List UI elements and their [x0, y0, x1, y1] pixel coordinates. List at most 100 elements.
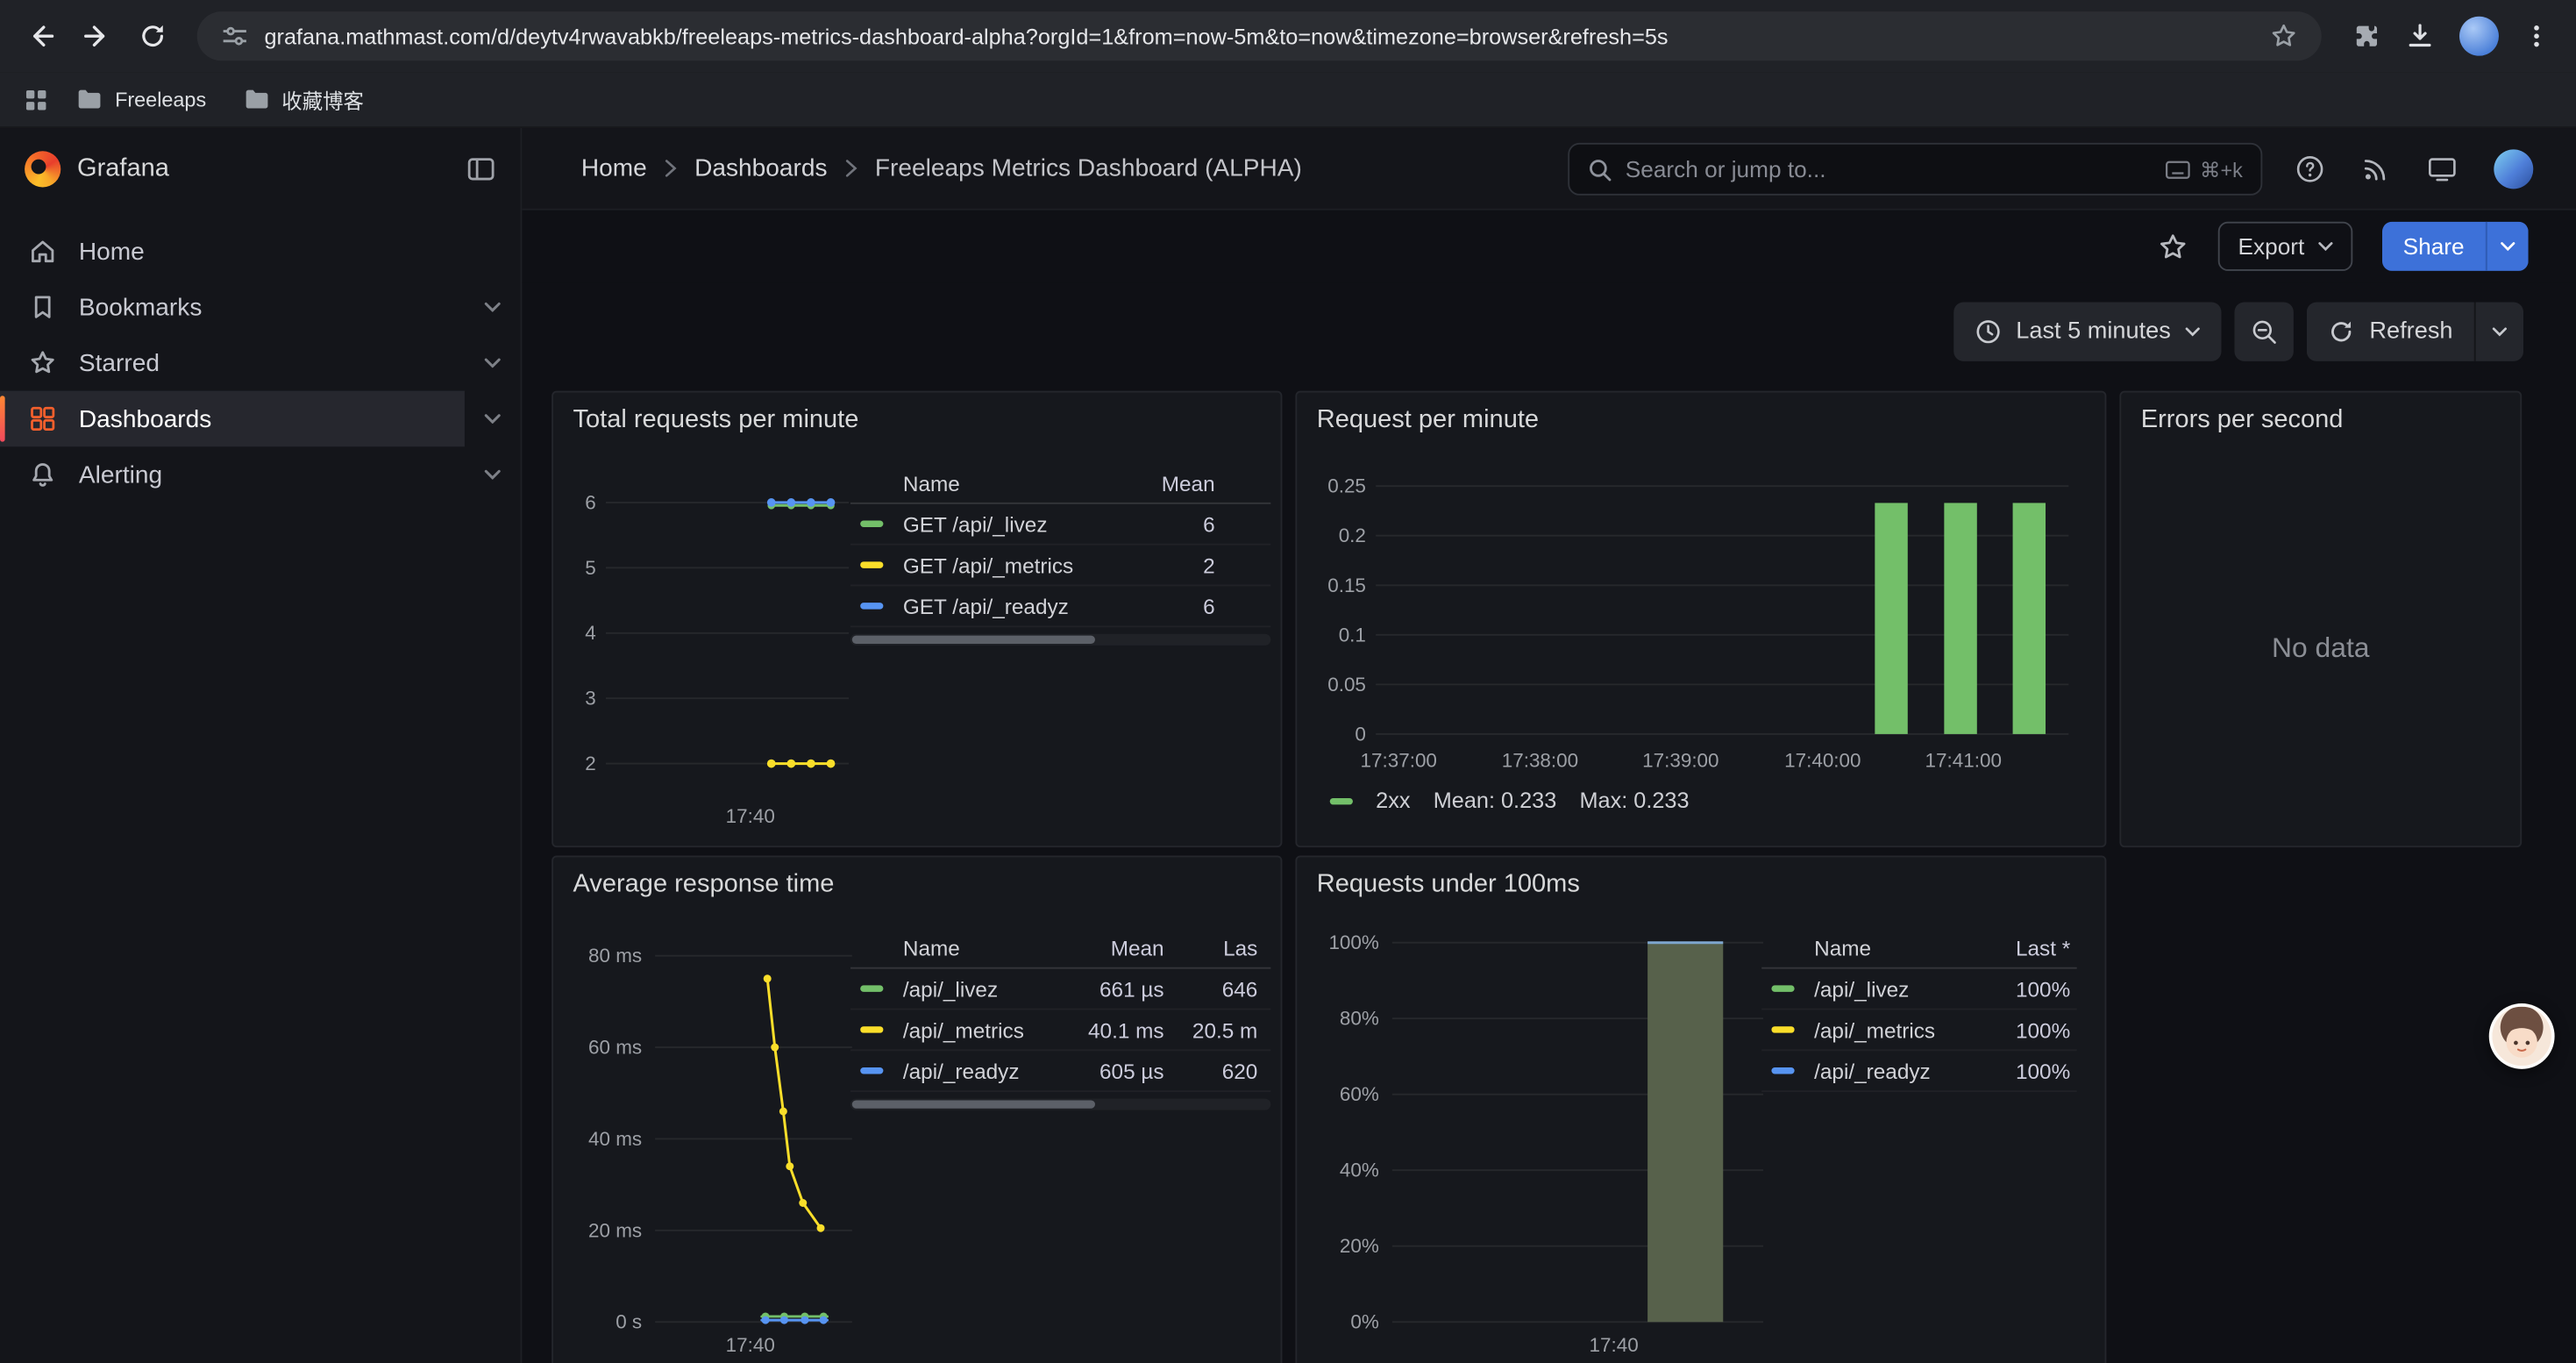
expand-bookmarks-button[interactable] — [465, 303, 521, 312]
sidebar-item-label: Bookmarks — [79, 293, 202, 321]
search-input[interactable] — [1626, 156, 2153, 182]
series-max-stat: Max: 0.233 — [1579, 789, 1689, 813]
caret-down-icon — [2317, 241, 2332, 251]
page-header: Home Dashboards Freeleaps Metrics Dashbo… — [522, 128, 2575, 211]
zoom-out-button[interactable] — [2235, 303, 2294, 361]
apps-grid-icon[interactable] — [23, 86, 49, 112]
series-name[interactable]: GET /api/_livez — [890, 511, 1100, 536]
legend-row[interactable]: /api/_metrics 100% — [1761, 1010, 2077, 1051]
bookmark-folder-blogs[interactable]: 收藏博客 — [232, 79, 374, 120]
bookmark-folder-freeleaps[interactable]: Freeleaps — [66, 81, 217, 118]
legend-row[interactable]: /api/_readyz 605 µs 620 — [850, 1051, 1270, 1092]
legend-scrollbar[interactable] — [850, 634, 1270, 646]
legend-row[interactable]: /api/_metrics 40.1 ms 20.5 m — [850, 1010, 1270, 1051]
svg-text:0.05: 0.05 — [1327, 674, 1366, 696]
svg-text:3: 3 — [585, 688, 596, 710]
series-last: 100% — [1968, 1059, 2070, 1083]
export-label: Export — [2238, 233, 2305, 260]
share-menu-button[interactable] — [2486, 222, 2529, 271]
sidebar-item-bookmarks[interactable]: Bookmarks — [0, 279, 521, 335]
refresh-interval-button[interactable] — [2474, 303, 2523, 361]
sidebar-item-home[interactable]: Home — [0, 224, 521, 280]
sidebar-item-alerting[interactable]: Alerting — [0, 446, 521, 503]
panel-title[interactable]: Errors per second — [2141, 405, 2344, 435]
expand-dashboards-button[interactable] — [465, 414, 521, 424]
legend-row[interactable]: /api/_readyz 100% — [1761, 1051, 2077, 1092]
bookmarks-bar: Freeleaps 收藏博客 — [0, 72, 2576, 128]
legend-header-last[interactable]: Las — [1164, 936, 1271, 960]
legend-header-name[interactable]: Name — [1801, 936, 1968, 960]
chevron-down-icon — [484, 414, 501, 424]
breadcrumb-home[interactable]: Home — [581, 154, 647, 182]
browser-menu-icon[interactable] — [2523, 23, 2550, 49]
share-button[interactable]: Share — [2381, 222, 2486, 271]
rss-icon[interactable] — [2361, 153, 2391, 183]
sidebar-item-dashboards[interactable]: Dashboards — [0, 391, 521, 447]
series-name[interactable]: /api/_metrics — [890, 1017, 1050, 1042]
chevron-down-icon — [484, 358, 501, 368]
bookmark-star-icon[interactable] — [2269, 21, 2299, 51]
breadcrumb-dashboards[interactable]: Dashboards — [694, 154, 827, 182]
panel-title[interactable]: Request per minute — [1317, 405, 1539, 435]
series-name[interactable]: /api/_readyz — [890, 1059, 1050, 1083]
export-button[interactable]: Export — [2218, 222, 2352, 271]
legend-row[interactable]: /api/_livez 100% — [1761, 969, 2077, 1010]
user-avatar[interactable] — [2494, 148, 2533, 188]
legend-header-mean[interactable]: Mean — [1050, 936, 1164, 960]
legend-header-row: Name Last * — [1761, 930, 2077, 969]
help-icon[interactable] — [2295, 153, 2325, 183]
series-name[interactable]: GET /api/_metrics — [890, 553, 1100, 577]
series-color-swatch — [860, 603, 883, 609]
caret-down-icon — [2492, 327, 2507, 337]
browser-profile-avatar[interactable] — [2459, 17, 2499, 56]
legend-header-name[interactable]: Name — [890, 936, 1050, 960]
dock-sidebar-icon[interactable] — [466, 154, 496, 184]
series-name[interactable]: /api/_livez — [890, 976, 1050, 1001]
legend-row[interactable]: GET /api/_readyz 6 — [850, 586, 1270, 627]
reload-button[interactable] — [125, 8, 181, 64]
grafana-logo-icon[interactable] — [25, 151, 60, 187]
search-box[interactable]: ⌘+k — [1568, 143, 2262, 196]
site-settings-icon[interactable] — [220, 21, 250, 51]
series-mean: 6 — [1100, 511, 1215, 536]
back-button[interactable] — [13, 8, 69, 64]
series-name[interactable]: /api/_metrics — [1801, 1017, 1968, 1042]
legend-header-name[interactable]: Name — [890, 471, 1100, 496]
expand-starred-button[interactable] — [465, 358, 521, 368]
svg-text:80 ms: 80 ms — [588, 945, 642, 967]
scrollbar-thumb[interactable] — [852, 636, 1095, 644]
time-range-picker[interactable]: Last 5 minutes — [1953, 303, 2222, 361]
series-name[interactable]: /api/_livez — [1801, 976, 1968, 1001]
legend-row[interactable]: /api/_livez 661 µs 646 — [850, 969, 1270, 1010]
downloads-icon[interactable] — [2405, 21, 2435, 51]
refresh-button[interactable]: Refresh — [2307, 303, 2474, 361]
legend-header-last[interactable]: Last * — [1968, 936, 2070, 960]
svg-text:0 s: 0 s — [616, 1311, 642, 1333]
sidebar-item-starred[interactable]: Starred — [0, 335, 521, 391]
legend-scrollbar[interactable] — [850, 1099, 1270, 1110]
series-name[interactable]: 2xx — [1376, 789, 1410, 813]
favorite-dashboard-button[interactable] — [2158, 231, 2189, 262]
bookmark-icon — [28, 292, 58, 322]
assistant-avatar-widget[interactable] — [2489, 1003, 2555, 1069]
panel-title[interactable]: Requests under 100ms — [1317, 870, 1580, 900]
legend-header-mean[interactable]: Mean — [1100, 471, 1215, 496]
url-bar[interactable]: grafana.mathmast.com/d/deytv4rwavabkb/fr… — [197, 11, 2322, 61]
series-color-swatch — [860, 1026, 883, 1032]
extensions-icon[interactable] — [2351, 21, 2380, 51]
forward-arrow-icon — [82, 21, 112, 51]
monitor-icon[interactable] — [2427, 153, 2459, 183]
legend-row[interactable]: GET /api/_livez 6 — [850, 504, 1270, 546]
forward-button[interactable] — [69, 8, 125, 64]
panel-title[interactable]: Total requests per minute — [573, 405, 859, 435]
series-name[interactable]: /api/_readyz — [1801, 1059, 1968, 1083]
panel-title[interactable]: Average response time — [573, 870, 835, 900]
expand-alerting-button[interactable] — [465, 469, 521, 479]
legend-row[interactable]: GET /api/_metrics 2 — [850, 546, 1270, 587]
panel-average-response-time: 80 ms60 ms40 ms20 ms0 s17:40 Average res… — [551, 855, 1282, 1363]
sidebar: Grafana Home Bookmarks — [0, 128, 522, 1363]
series-name[interactable]: GET /api/_readyz — [890, 594, 1100, 618]
series-last: 646 — [1164, 976, 1271, 1001]
main-area: Home Dashboards Freeleaps Metrics Dashbo… — [522, 128, 2575, 1363]
scrollbar-thumb[interactable] — [852, 1100, 1095, 1108]
